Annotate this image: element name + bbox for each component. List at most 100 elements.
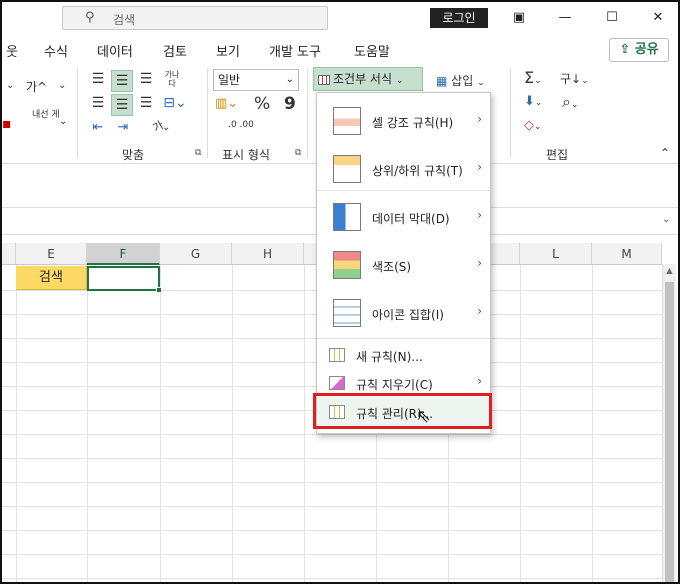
fill-icon: ⬇ <box>524 94 535 109</box>
align-left-icon[interactable]: ☰ <box>88 94 108 114</box>
sort-filter-button[interactable]: 구↓⌄ <box>560 70 589 87</box>
tab-formulas[interactable]: 수식 <box>44 41 68 60</box>
chevron-down-icon: ⌄ <box>534 98 543 108</box>
number-launcher-icon[interactable]: ⧉ <box>295 148 301 158</box>
font-size-dropdown-icon[interactable]: ⌄ <box>58 80 66 91</box>
grid-line <box>2 506 662 507</box>
find-select-button[interactable]: ⌕⌄ <box>562 92 579 112</box>
orientation-button[interactable]: 가 <box>141 112 177 144</box>
accounting-format-icon[interactable]: ▥⌄ <box>215 96 238 111</box>
search-input[interactable]: ⚲ 검색 <box>62 6 328 30</box>
align-center-icon[interactable]: ☰ <box>111 94 133 116</box>
tab-data[interactable]: 데이터 <box>97 41 133 60</box>
menu-item-top-bottom-rules[interactable]: 상위/하위 규칙(T) › <box>317 145 490 193</box>
percent-button[interactable]: % <box>254 94 270 114</box>
align-right-icon[interactable]: ☰ <box>136 94 156 114</box>
align-launcher-icon[interactable]: ⧉ <box>195 148 201 158</box>
phonetic-button[interactable]: 내선 게 <box>32 110 60 120</box>
close-icon[interactable]: ✕ <box>648 8 668 28</box>
login-button[interactable]: 로그인 <box>430 8 488 28</box>
merge-center-icon[interactable]: ⊟⌄ <box>160 94 190 114</box>
share-button[interactable]: ⇪ 공유 <box>609 38 669 62</box>
menu-separator <box>317 338 490 339</box>
align-bottom-icon[interactable]: ☰ <box>136 70 156 90</box>
share-label: 공유 <box>634 42 659 57</box>
ribbon-display-icon[interactable]: ▣ <box>509 8 529 28</box>
grid-line <box>2 482 662 483</box>
number-format-value: 일반 <box>218 73 241 87</box>
selected-cell-f1[interactable] <box>87 266 162 293</box>
minimize-icon[interactable]: — <box>555 8 575 28</box>
align-top-icon[interactable]: ☰ <box>88 70 108 90</box>
color-scales-icon <box>333 251 361 279</box>
chevron-down-icon: ⌄ <box>581 76 589 86</box>
increase-font-button[interactable]: 가^ <box>26 78 47 95</box>
column-header[interactable]: G <box>160 243 232 265</box>
grid-line <box>2 434 662 435</box>
insert-button[interactable]: ▦ 삽입 ⌄ <box>436 72 485 89</box>
corner-cell[interactable] <box>2 243 16 265</box>
chevron-down-icon: ⌄ <box>285 74 294 85</box>
decimal-buttons[interactable]: .0 .00 <box>216 120 266 130</box>
clear-button[interactable]: ◇⌄ <box>524 118 542 133</box>
menu-item-label: 상위/하위 규칙(T) <box>372 164 463 178</box>
ribbon-tabs: 웃 수식 데이터 검토 보기 개발 도구 도움말 <box>2 34 678 64</box>
tab-help[interactable]: 도움말 <box>354 41 390 60</box>
tab-review[interactable]: 검토 <box>163 41 187 60</box>
chevron-right-icon: › <box>477 256 482 270</box>
orientation-dropdown-icon[interactable]: ⌄ <box>162 122 170 133</box>
align-group-label: 맞춤 <box>122 148 145 162</box>
menu-item-icon-sets[interactable]: 아이콘 집합(I) › <box>317 289 490 337</box>
title-bar: ⚲ 검색 로그인 ▣ — ☐ ✕ <box>2 2 678 34</box>
column-header[interactable]: E <box>16 243 87 265</box>
grid-line <box>16 265 17 582</box>
column-header[interactable]: M <box>592 243 662 265</box>
increase-indent-icon[interactable]: ⇥ <box>113 120 133 140</box>
maximize-icon[interactable]: ☐ <box>602 8 622 28</box>
font-dropdown-icon[interactable]: ⌄ <box>6 80 14 91</box>
decrease-indent-icon[interactable]: ⇤ <box>88 120 108 140</box>
scroll-thumb[interactable] <box>665 282 674 582</box>
menu-item-data-bars[interactable]: 데이터 막대(D) › <box>317 193 490 241</box>
find-icon: ⌕ <box>562 92 571 111</box>
vertical-scrollbar[interactable]: ▲ <box>662 264 676 582</box>
align-middle-icon[interactable]: ☰ <box>111 70 133 92</box>
collapse-ribbon-icon[interactable]: ⌃ <box>660 146 670 160</box>
grid-line <box>520 265 521 582</box>
cell-e1[interactable]: 검색 <box>16 266 87 290</box>
chevron-right-icon: › <box>477 112 482 126</box>
font-color-icon[interactable]: ▪ <box>2 116 12 132</box>
tab-view[interactable]: 보기 <box>216 41 240 60</box>
menu-item-color-scales[interactable]: 색조(S) › <box>317 241 490 289</box>
fill-button[interactable]: ⬇⌄ <box>524 94 542 109</box>
menu-item-label: 데이터 막대(D) <box>372 212 450 226</box>
menu-item-new-rule[interactable]: 새 규칙(N)... <box>317 341 490 369</box>
menu-item-highlight-rules[interactable]: 셀 강조 규칙(H) › <box>317 97 490 145</box>
grid-line <box>87 265 88 582</box>
chevron-right-icon: › <box>477 160 482 174</box>
expand-formula-icon[interactable]: ⌄ <box>662 214 674 228</box>
search-icon: ⚲ <box>85 10 95 25</box>
chevron-down-icon: ⌄ <box>534 76 542 86</box>
phonetic-dropdown-icon[interactable]: ⌄ <box>59 116 67 127</box>
highlight-rules-icon <box>333 107 361 135</box>
scroll-up-icon[interactable]: ▲ <box>663 266 676 280</box>
chevron-down-icon: ⌄ <box>477 78 485 88</box>
chevron-down-icon: ⌄ <box>395 76 404 86</box>
conditional-formatting-button[interactable]: 조건부 서식 ⌄ <box>313 67 423 91</box>
autosum-button[interactable]: Σ⌄ <box>524 68 542 87</box>
ribbon-separator <box>207 68 208 158</box>
grid-line <box>2 554 662 555</box>
excel-window: ⚲ 검색 로그인 ▣ — ☐ ✕ 웃 수식 데이터 검토 보기 개발 도구 도움… <box>0 0 680 584</box>
tab-developer[interactable]: 개발 도구 <box>269 41 321 60</box>
wrap-text-button[interactable]: 가나 다 <box>162 70 182 88</box>
chevron-right-icon: › <box>477 304 482 318</box>
comma-button[interactable]: 9 <box>284 94 296 114</box>
column-header[interactable]: H <box>232 243 304 265</box>
column-header[interactable]: L <box>520 243 592 265</box>
highlight-annotation <box>313 393 492 429</box>
tab-layout[interactable]: 웃 <box>6 41 18 60</box>
fill-handle[interactable] <box>156 287 162 293</box>
column-header-active[interactable]: F <box>87 243 160 265</box>
number-format-select[interactable]: 일반 ⌄ <box>213 69 299 91</box>
